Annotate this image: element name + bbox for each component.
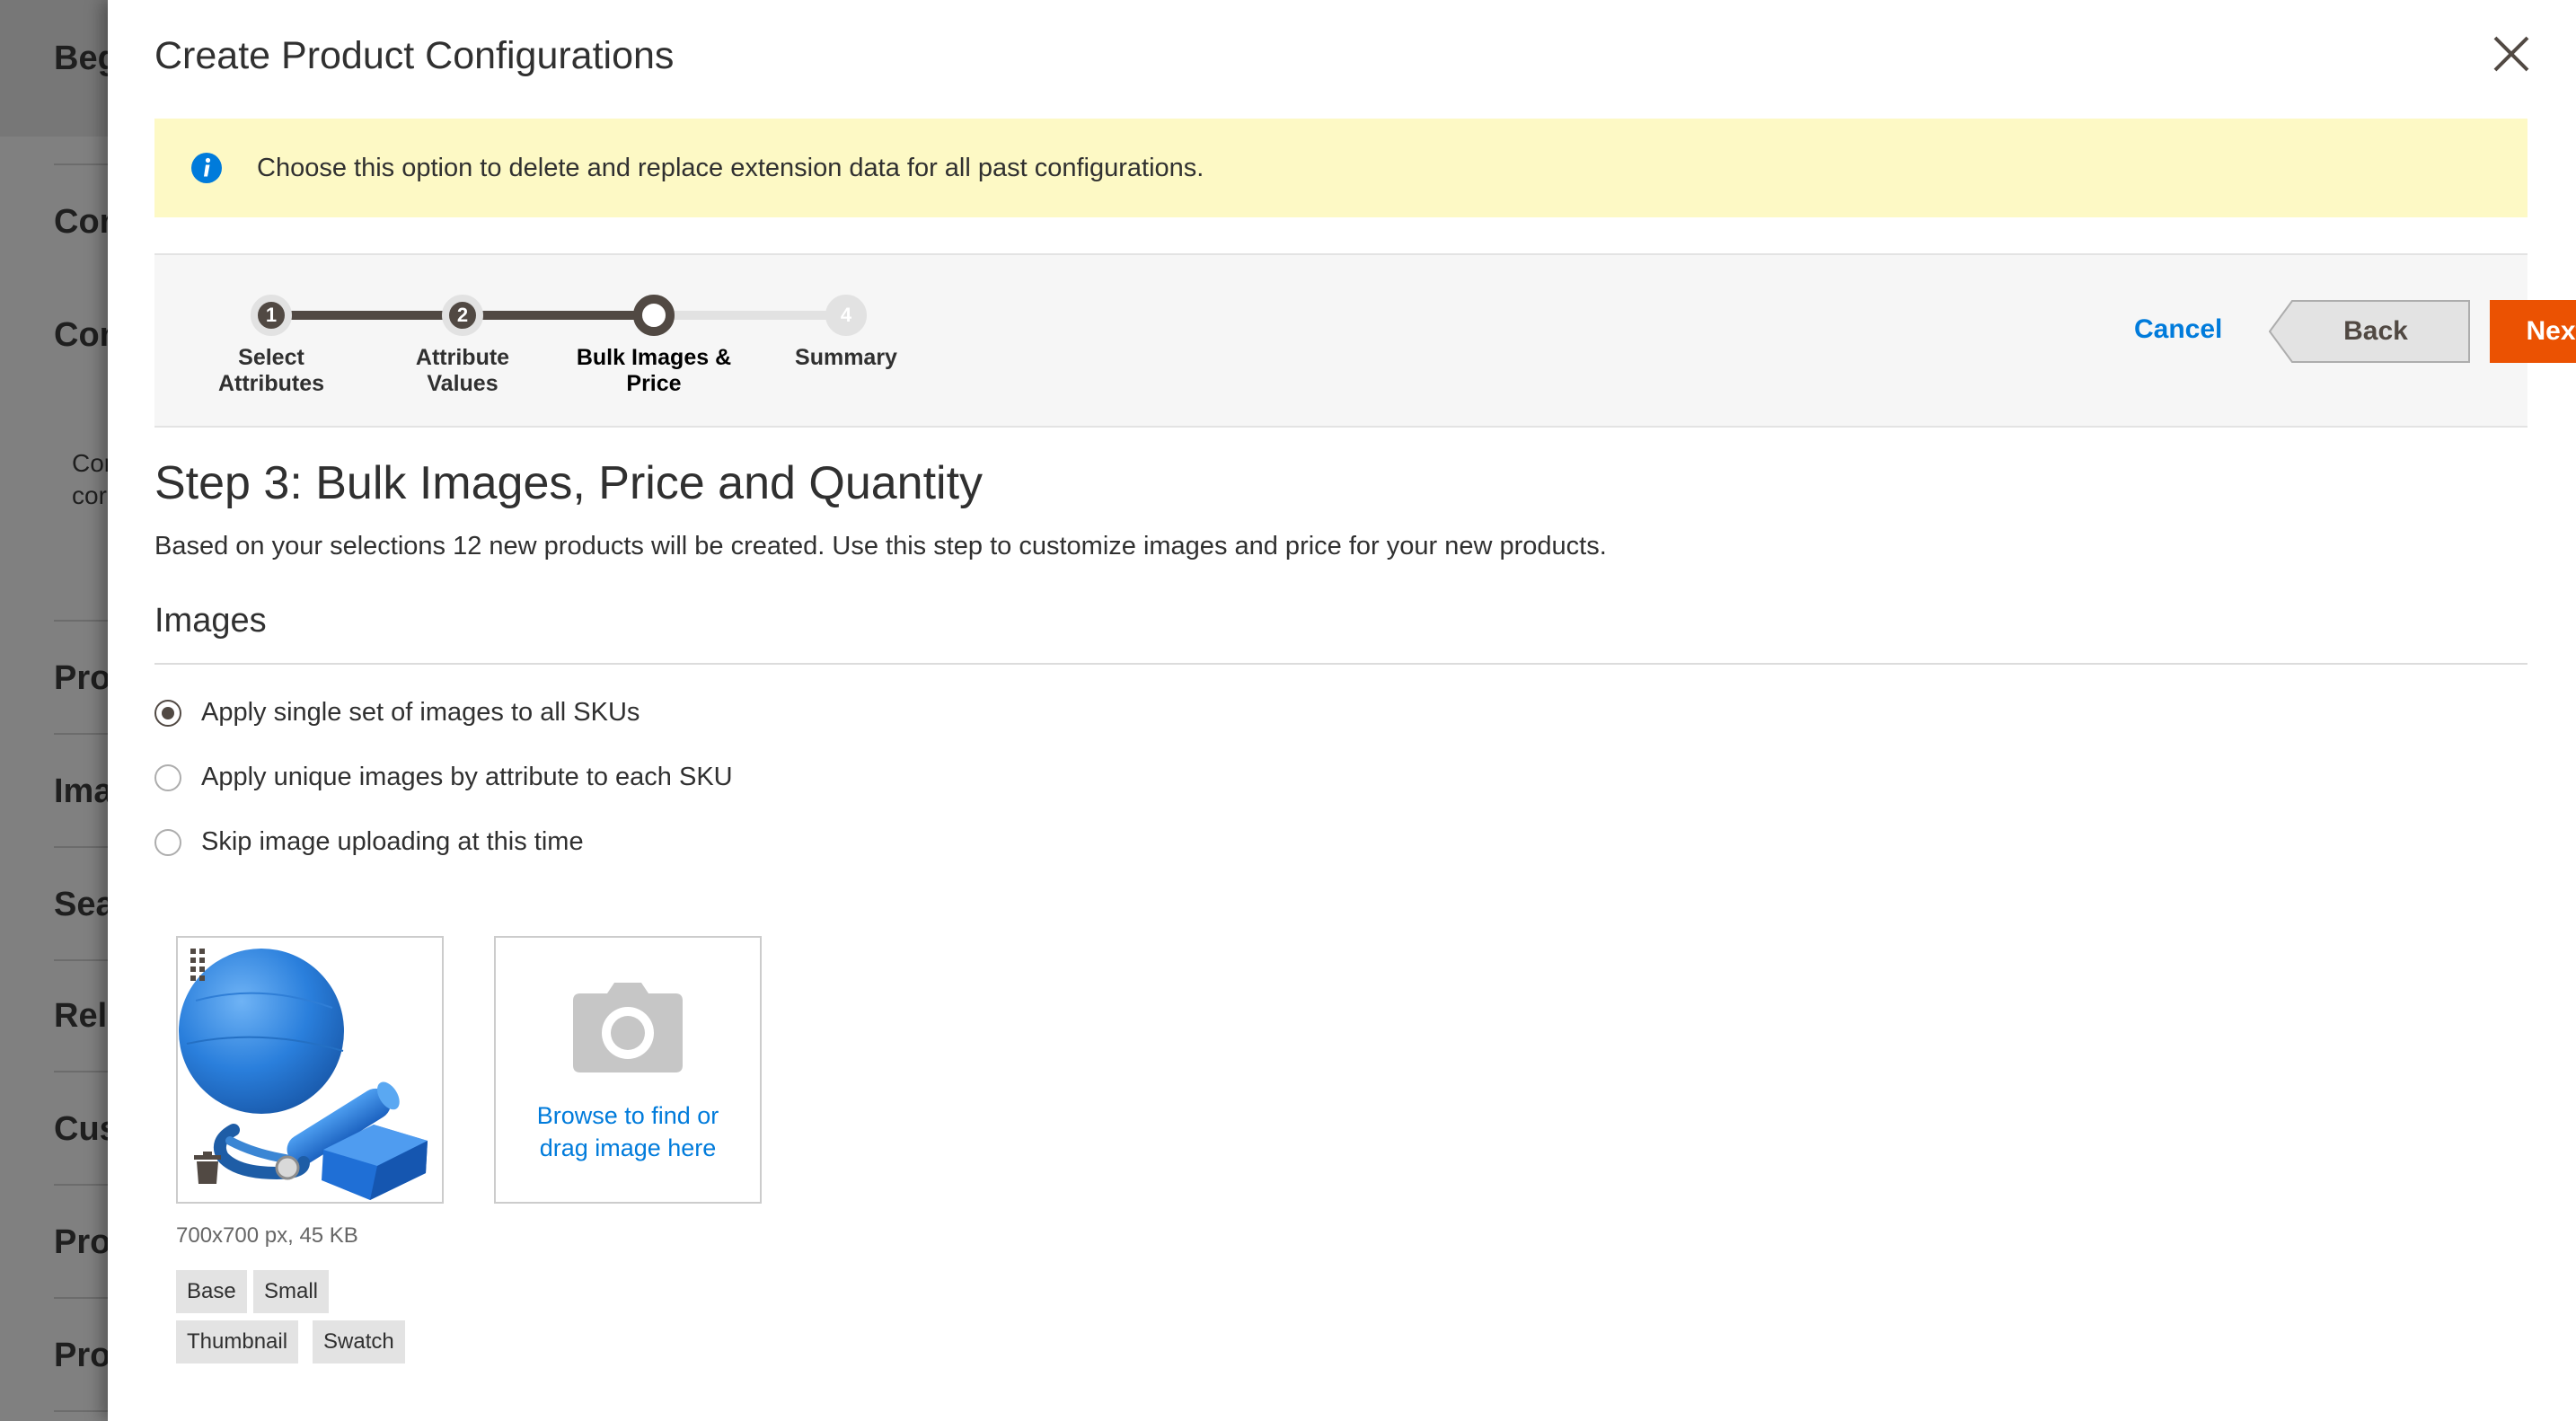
radio-label[interactable]: Skip image uploading at this time — [201, 827, 584, 857]
step-description: Based on your selections 12 new products… — [154, 532, 1607, 560]
image-role-small[interactable]: Small — [253, 1270, 330, 1313]
back-button-label: Back — [2343, 316, 2408, 346]
step-label-line: Bulk Images & — [576, 345, 732, 370]
upload-prompt-line: Browse to find or — [536, 1102, 719, 1129]
upload-prompt-line: drag image here — [539, 1134, 717, 1161]
step-1-label[interactable]: Select Attributes — [181, 345, 361, 397]
notice-text: Choose this option to delete and replace… — [257, 153, 1204, 182]
background-item: Pro — [54, 659, 111, 697]
cancel-button[interactable]: Cancel — [2134, 314, 2222, 345]
step-title: Step 3: Bulk Images, Price and Quantity — [154, 457, 984, 509]
step-label-line: Select — [238, 345, 304, 370]
background-item: Ima — [54, 772, 113, 810]
radio-unique-images[interactable]: Apply unique images by attribute to each… — [154, 763, 733, 792]
step-label-line: Attributes — [217, 371, 325, 396]
wizard-progress-bar: 1 2 4 Select Attributes Attribute Values… — [154, 253, 2576, 428]
image-role-base[interactable]: Base — [176, 1270, 247, 1313]
camera-icon — [573, 983, 683, 1072]
info-notice: Choose this option to delete and replace… — [154, 119, 2527, 217]
upload-dropzone[interactable]: Browse to find or drag image here — [494, 936, 762, 1204]
image-size-info: 700x700 px, 45 KB — [176, 1223, 358, 1248]
section-divider — [154, 663, 2527, 665]
radio-label[interactable]: Apply unique images by attribute to each… — [201, 763, 733, 792]
uploaded-image-tile[interactable] — [176, 936, 444, 1204]
step-label-line: Price — [626, 371, 682, 396]
radio-single-set[interactable]: Apply single set of images to all SKUs — [154, 698, 640, 728]
radio-button[interactable] — [154, 763, 181, 791]
background-note: cor — [72, 481, 107, 509]
modal-title: Create Product Configurations — [154, 34, 675, 77]
image-role-thumbnail[interactable]: Thumbnail — [176, 1320, 299, 1364]
background-note: Cor — [72, 449, 113, 477]
background-item: Pro — [54, 1337, 111, 1374]
images-section-title: Images — [154, 602, 267, 640]
step-2-dot[interactable]: 2 — [442, 295, 483, 336]
background-item: Pro — [54, 1223, 111, 1261]
step-label-line: Attribute — [415, 345, 510, 370]
create-configurations-modal: Create Product Configurations Choose thi… — [108, 0, 2576, 1421]
info-icon — [191, 153, 222, 183]
background-item: Sea — [54, 886, 115, 923]
next-button[interactable]: Next — [2490, 300, 2576, 363]
step-3-dot[interactable] — [633, 295, 675, 336]
radio-button-checked[interactable] — [154, 699, 181, 727]
step-2-label[interactable]: Attribute Values — [373, 345, 552, 397]
trash-icon[interactable] — [194, 1152, 221, 1184]
image-role-swatch[interactable]: Swatch — [313, 1320, 405, 1364]
step-4-label: Summary — [756, 345, 936, 371]
step-4-dot: 4 — [825, 295, 867, 336]
radio-skip-upload[interactable]: Skip image uploading at this time — [154, 827, 584, 857]
radio-label[interactable]: Apply single set of images to all SKUs — [201, 698, 640, 728]
close-icon — [2493, 36, 2529, 72]
back-button[interactable]: Back — [2269, 300, 2470, 363]
upload-prompt[interactable]: Browse to find or drag image here — [496, 1099, 760, 1164]
radio-button[interactable] — [154, 828, 181, 856]
next-button-label: Next — [2526, 316, 2576, 346]
step-label-line: Summary — [795, 345, 897, 370]
step-label-line: Values — [427, 371, 498, 396]
drag-handle-icon[interactable] — [190, 949, 207, 981]
step-1-dot[interactable]: 1 — [251, 295, 292, 336]
background-item: Rel — [54, 997, 108, 1035]
close-button[interactable] — [2484, 27, 2538, 81]
step-3-label[interactable]: Bulk Images & Price — [564, 345, 744, 397]
